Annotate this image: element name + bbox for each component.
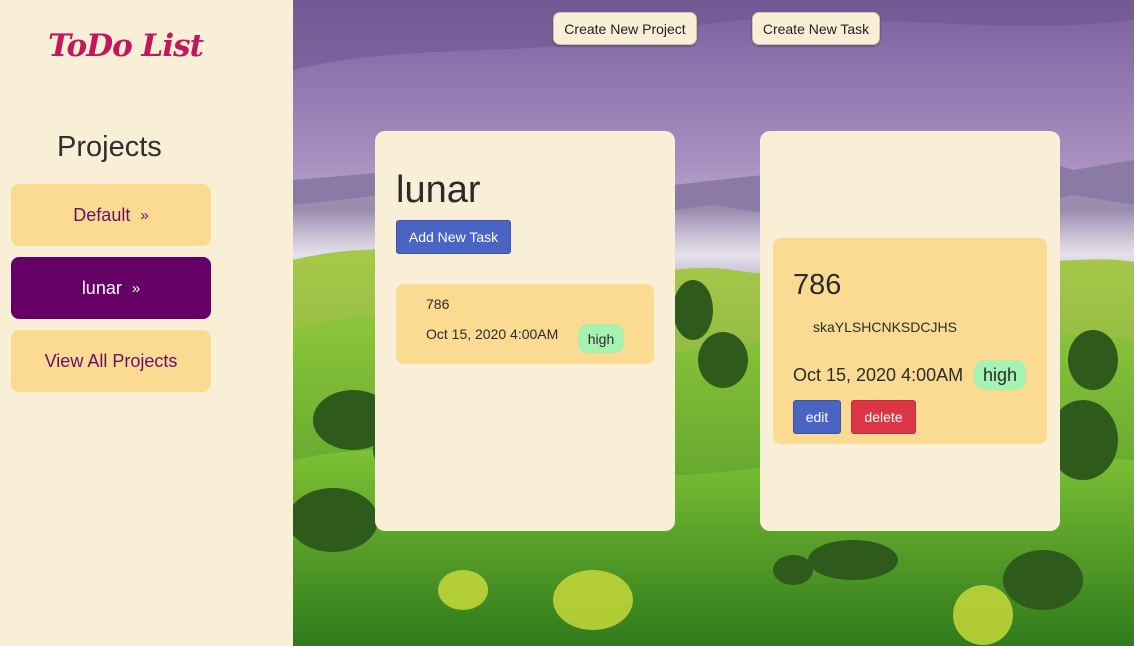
create-new-project-button[interactable]: Create New Project (553, 12, 697, 45)
sidebar-item-label: View All Projects (44, 350, 178, 371)
task-detail-due-date: Oct 15, 2020 4:00AM (793, 365, 964, 385)
app-logo: ToDo List (48, 28, 204, 64)
project-card: lunar Add New Task 786 Oct 15, 2020 4:00… (375, 131, 675, 531)
sidebar-item-label: Default (73, 204, 131, 225)
task-list-item[interactable]: 786 Oct 15, 2020 4:00AM high (396, 284, 654, 364)
task-detail: 786 skaYLSHCNKSDCJHS Oct 15, 2020 4:00AM… (773, 238, 1047, 444)
task-due-date: Oct 15, 2020 4:00AM (426, 326, 559, 342)
delete-task-button[interactable]: delete (851, 400, 916, 434)
task-name: 786 (426, 296, 450, 312)
chevron-right-icon: » (140, 206, 149, 224)
priority-badge: high (578, 324, 624, 353)
sidebar-item-default[interactable]: Default » (11, 184, 211, 246)
sidebar-item-label: lunar (81, 277, 122, 298)
task-detail-description: skaYLSHCNKSDCJHS (813, 319, 957, 335)
task-detail-name: 786 (793, 269, 842, 301)
sidebar: ToDo List Projects Default » lunar » Vie… (0, 0, 293, 646)
create-new-task-button[interactable]: Create New Task (752, 12, 880, 45)
add-new-task-button[interactable]: Add New Task (396, 220, 511, 254)
view-all-projects-button[interactable]: View All Projects (11, 330, 211, 392)
sidebar-item-lunar[interactable]: lunar » (11, 257, 211, 319)
edit-task-button[interactable]: edit (793, 400, 841, 434)
priority-badge: high (974, 360, 1026, 390)
project-title: lunar (396, 169, 481, 211)
chevron-right-icon: » (131, 279, 141, 297)
task-detail-card: 786 skaYLSHCNKSDCJHS Oct 15, 2020 4:00AM… (760, 131, 1060, 531)
projects-heading: Projects (57, 131, 162, 163)
